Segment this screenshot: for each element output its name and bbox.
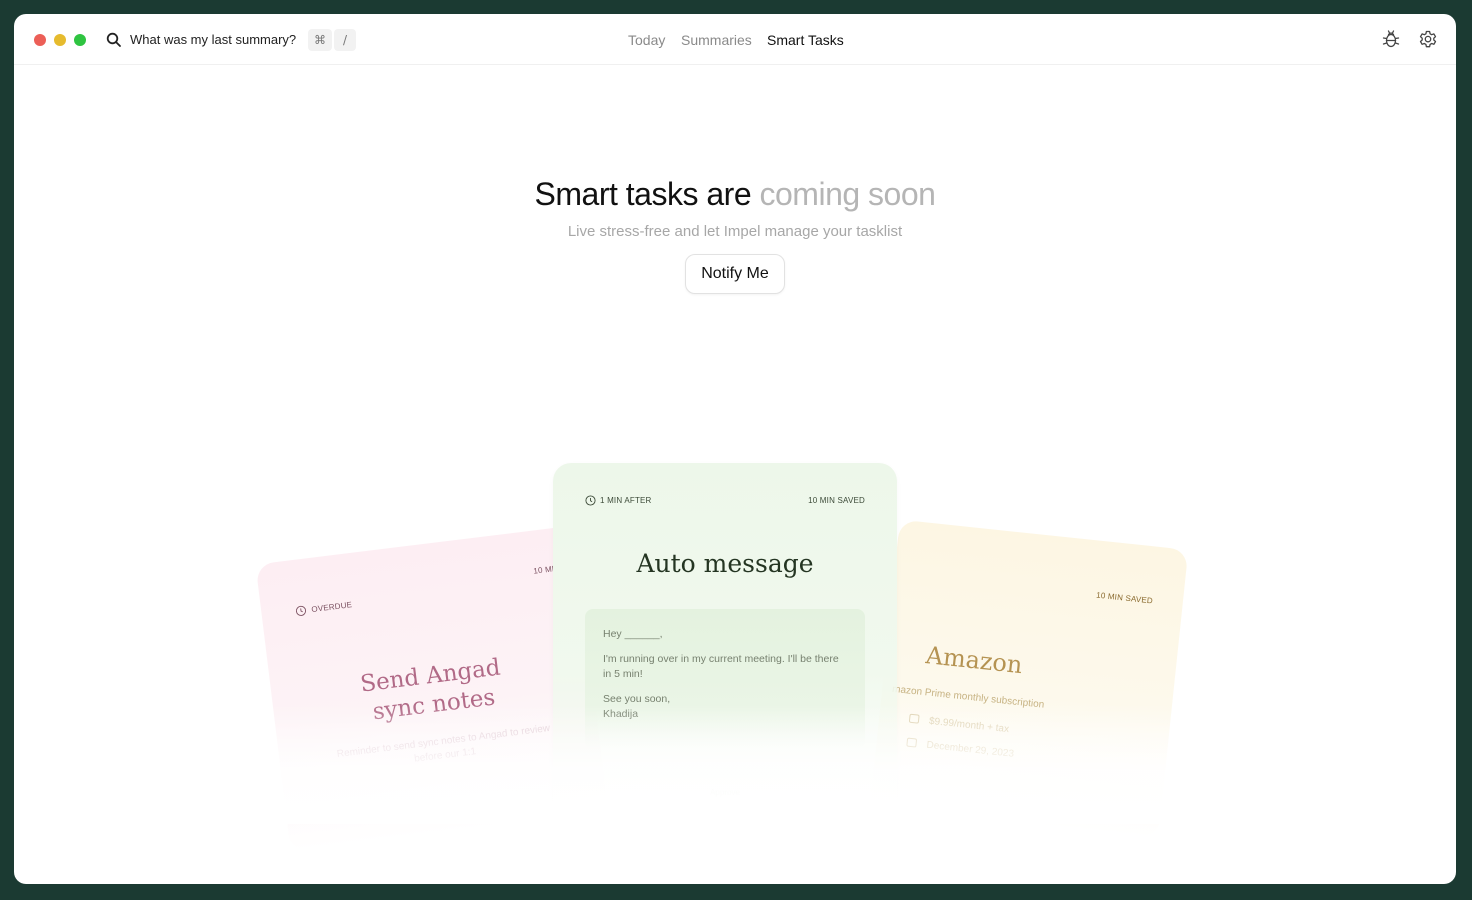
page-title-muted: coming soon	[759, 176, 936, 212]
tab-today[interactable]: Today	[628, 31, 665, 49]
tab-smart-tasks[interactable]: Smart Tasks	[767, 31, 844, 49]
notify-me-button[interactable]: Notify Me	[685, 254, 785, 294]
timing-badge: 1 MIN AFTER	[600, 496, 652, 505]
clock-icon	[585, 495, 596, 506]
app-window: What was my last summary? ⌘ / Today Summ…	[14, 14, 1456, 884]
title-bar: What was my last summary? ⌘ / Today Summ…	[14, 14, 1456, 65]
page-title: Smart tasks are coming soon	[14, 174, 1456, 214]
page-title-main: Smart tasks are	[534, 176, 752, 212]
approve-button: Approve	[710, 788, 740, 797]
date-text: December 29, 2023	[925, 739, 1015, 760]
calendar-icon	[906, 737, 918, 748]
date-row: December 29, 2023	[906, 737, 1015, 760]
message-preview: Hey ______, I'm running over in my curre…	[585, 609, 865, 749]
gear-icon[interactable]	[1417, 29, 1439, 51]
price-row: $9.99/month + tax	[908, 713, 1010, 736]
time-saved-badge: 10 MIN SAVED	[808, 496, 865, 505]
task-card-amazon: 10 MIN SAVED Amazon mazon Prime monthly …	[869, 519, 1189, 839]
close-window-button[interactable]	[34, 34, 46, 46]
clock-icon	[295, 605, 307, 616]
card-icon	[908, 713, 920, 724]
tab-summaries[interactable]: Summaries	[681, 31, 752, 49]
time-saved-badge: 10 MIN SAVED	[1095, 590, 1154, 606]
message-closing: See you soon,	[603, 693, 671, 705]
message-greeting: Hey ______,	[603, 628, 663, 640]
overdue-badge: OVERDUE	[310, 600, 353, 615]
search-icon[interactable]	[106, 32, 122, 48]
card-title: Amazon	[924, 641, 1024, 680]
card-description: Reminder to send sync notes to Angad to …	[336, 722, 551, 765]
minimize-window-button[interactable]	[54, 34, 66, 46]
shortcut-command-key: ⌘	[308, 29, 332, 51]
message-body: I'm running over in my current meeting. …	[603, 653, 839, 680]
shortcut-slash-key: /	[334, 29, 356, 51]
bug-icon[interactable]	[1380, 28, 1402, 50]
card-title: Auto message	[636, 549, 814, 578]
message-signature: Khadija	[603, 708, 639, 720]
page-subtitle: Live stress-free and let Impel manage yo…	[567, 223, 903, 240]
task-card-auto-message: 1 MIN AFTER 10 MIN SAVED Auto message He…	[553, 463, 897, 813]
card-subtitle: mazon Prime monthly subscription	[891, 683, 1045, 711]
search-input[interactable]: What was my last summary?	[130, 31, 296, 49]
price-text: $9.99/month + tax	[928, 715, 1010, 736]
zoom-window-button[interactable]	[74, 34, 86, 46]
